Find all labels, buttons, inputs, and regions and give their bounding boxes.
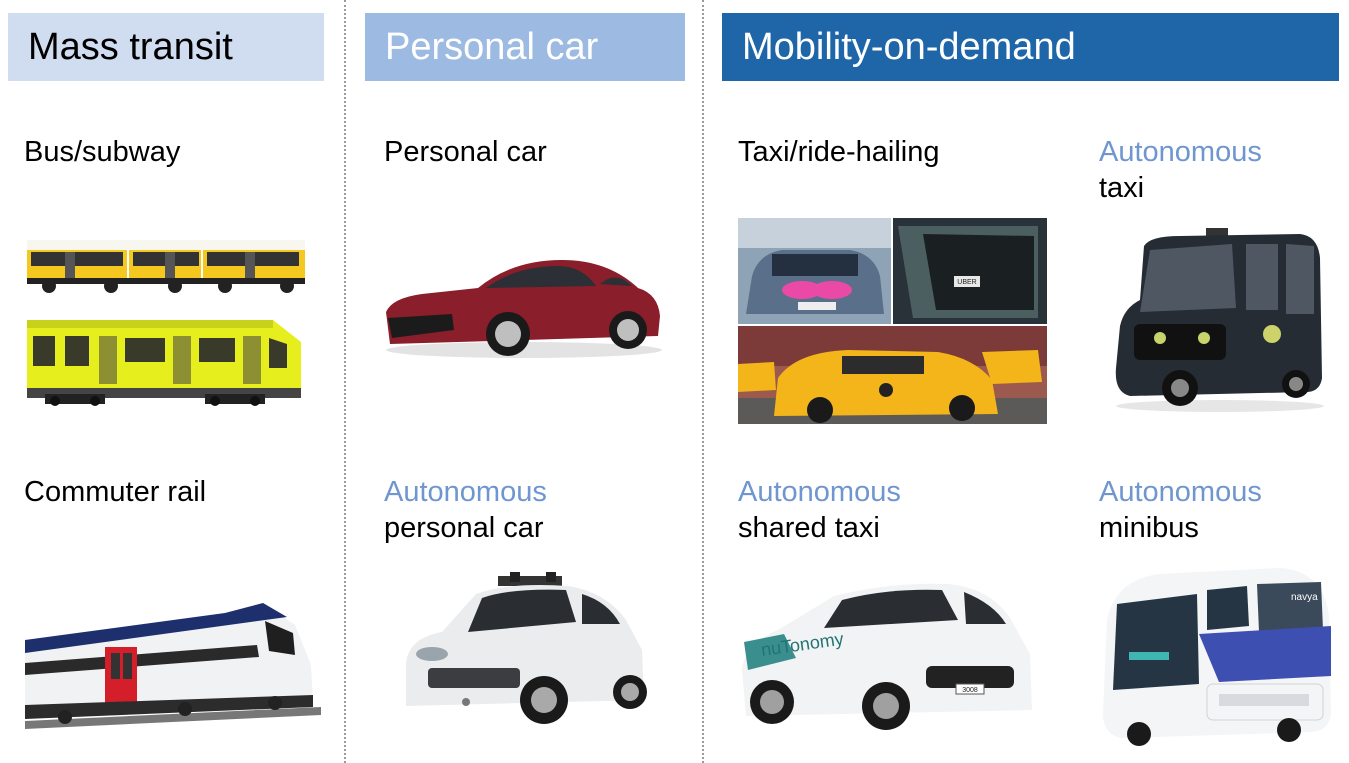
label-taxi-ride-hailing: Taxi/ride-hailing (738, 134, 940, 170)
label-personal-car: Personal car (384, 134, 547, 170)
label-rest: personal car (384, 512, 544, 544)
label-rest: minibus (1099, 512, 1199, 544)
header-mobility-text: Mobility-on-demand (742, 25, 1076, 68)
autonomous-word: Autonomous (1099, 476, 1262, 508)
uber-sticker-text: UBER (957, 279, 976, 286)
autonomous-shared-taxi-image: nuTonomy 3008 (738, 574, 1036, 738)
label-autonomous-personal-car: Autonomous personal car (384, 474, 547, 546)
autonomous-taxi-image (1110, 228, 1328, 414)
column-divider (344, 0, 346, 763)
header-personal-car: Personal car (365, 13, 685, 81)
autonomous-personal-car-image (398, 572, 648, 732)
label-bus-subway-text: Bus/subway (24, 136, 181, 168)
autonomous-word: Autonomous (738, 476, 901, 508)
autonomous-minibus-image: navya (1099, 564, 1333, 748)
label-commuter-rail: Commuter rail (24, 474, 206, 510)
navya-logo-text: navya (1291, 592, 1318, 603)
subway-train-image (25, 308, 307, 408)
label-autonomous-shared-taxi: Autonomous shared taxi (738, 474, 901, 546)
header-mass-transit-text: Mass transit (28, 25, 233, 68)
header-personal-car-text: Personal car (385, 25, 599, 68)
label-commuter-rail-text: Commuter rail (24, 476, 207, 508)
label-taxi-text: Taxi/ride-hailing (738, 136, 940, 168)
bus-image (25, 230, 307, 296)
label-bus-subway: Bus/subway (24, 134, 180, 170)
taxi-ride-hailing-image: UBER (738, 218, 1047, 424)
personal-car-image (382, 248, 664, 360)
label-personal-car-text: Personal car (384, 136, 547, 168)
column-divider (702, 0, 704, 763)
label-autonomous-minibus: Autonomous minibus (1099, 474, 1262, 546)
autonomous-word: Autonomous (384, 476, 547, 508)
commuter-rail-image (25, 595, 321, 740)
license-plate-text: 3008 (962, 687, 978, 694)
label-rest: shared taxi (738, 512, 880, 544)
autonomous-word: Autonomous (1099, 136, 1262, 168)
header-mobility-on-demand: Mobility-on-demand (722, 13, 1339, 81)
header-mass-transit: Mass transit (8, 13, 324, 81)
label-autonomous-taxi: Autonomous taxi (1099, 134, 1262, 206)
label-rest: taxi (1099, 172, 1145, 204)
